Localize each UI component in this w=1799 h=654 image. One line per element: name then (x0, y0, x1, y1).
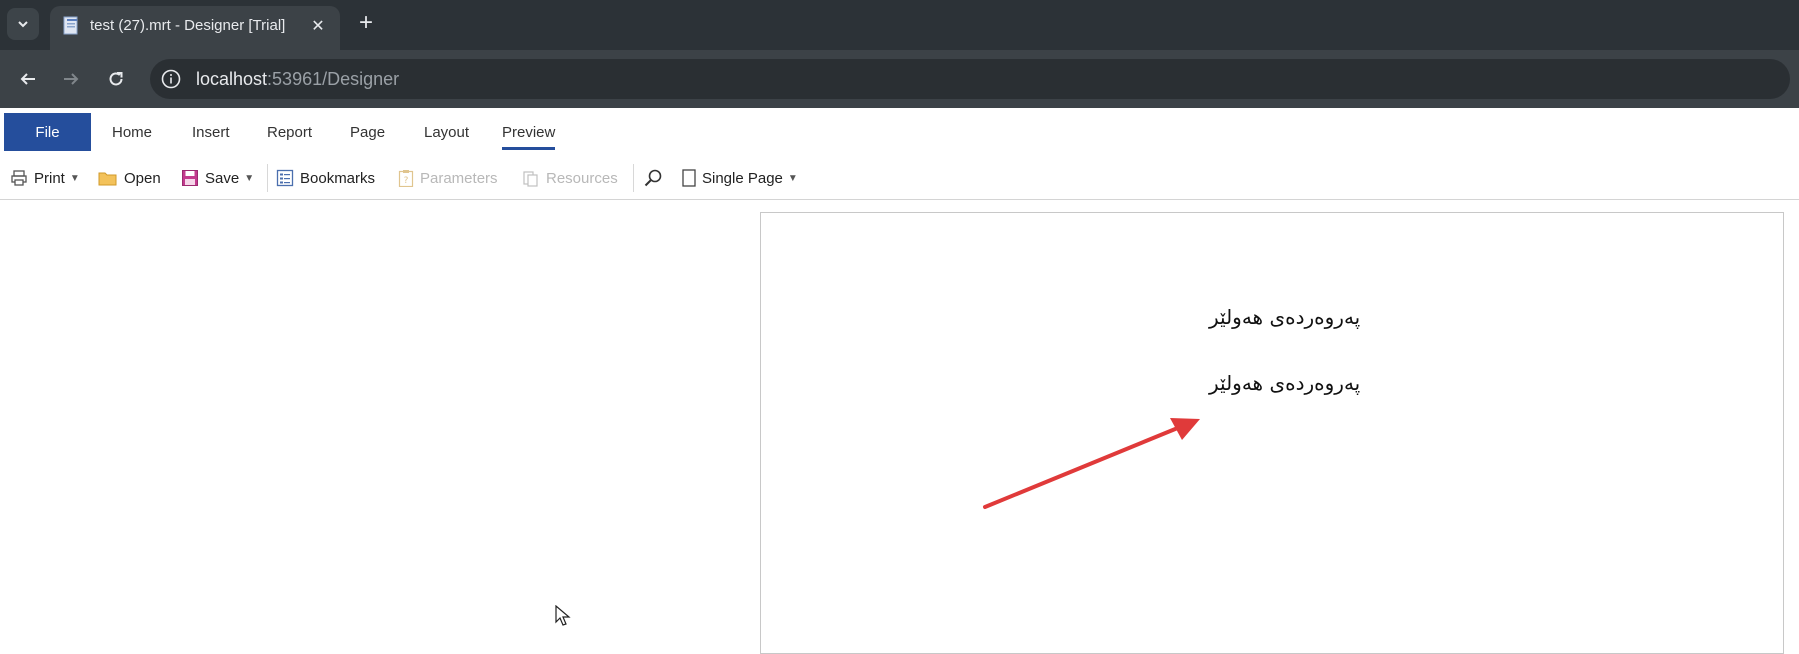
tab-report[interactable]: Report (267, 114, 312, 150)
ribbon-tabs: File Home Insert Report Page Layout Prev… (0, 108, 1799, 156)
report-text-line-1: پەروەردەی هەولێر (1209, 305, 1361, 329)
resources-icon (523, 171, 538, 187)
browser-tabstrip: test (27).mrt - Designer [Trial] ✕ + (0, 0, 1799, 50)
page-icon (682, 169, 696, 187)
search-icon (644, 169, 662, 187)
tab-page[interactable]: Page (350, 114, 385, 150)
chevron-down-icon: ▼ (244, 172, 255, 184)
report-page: پەروەردەی هەولێر پەروەردەی هەولێر (760, 212, 1784, 654)
back-arrow-icon[interactable] (12, 63, 44, 95)
tab-search-chevron-icon[interactable] (7, 8, 39, 40)
save-label: Save (205, 169, 240, 187)
preview-toolbar: Print ▼ Open Save ▼ Bookmarks ? Paramete… (0, 156, 1799, 200)
tab-title: test (27).mrt - Designer [Trial] (90, 17, 286, 34)
clipboard-question-icon: ? (398, 170, 414, 187)
printer-icon (11, 170, 27, 186)
browser-toolbar: localhost:53961/Designer (0, 50, 1799, 108)
view-mode-dropdown[interactable]: Single Page ▼ (682, 166, 798, 190)
new-tab-icon[interactable]: + (352, 9, 380, 37)
chevron-down-icon: ▼ (69, 172, 80, 184)
svg-text:?: ? (404, 176, 409, 186)
tab-layout[interactable]: Layout (424, 114, 469, 150)
address-bar[interactable]: localhost:53961/Designer (150, 59, 1790, 99)
toolbar-divider (633, 164, 634, 192)
report-text-line-2: پەروەردەی هەولێر (1209, 371, 1361, 395)
print-button[interactable]: Print ▼ (10, 166, 80, 190)
floppy-disk-icon (182, 170, 198, 186)
find-button[interactable] (643, 166, 669, 190)
forward-arrow-icon[interactable] (55, 63, 87, 95)
parameters-button[interactable]: ? Parameters (398, 166, 498, 190)
view-mode-label: Single Page (702, 169, 783, 187)
open-label: Open (124, 169, 161, 187)
folder-icon (98, 172, 117, 186)
open-button[interactable]: Open (98, 166, 161, 190)
bookmarks-label: Bookmarks (300, 169, 376, 187)
tab-preview[interactable]: Preview (502, 114, 556, 150)
resources-button[interactable]: Resources (522, 166, 618, 190)
save-button[interactable]: Save ▼ (181, 166, 254, 190)
toolbar-divider (267, 164, 268, 192)
parameters-label: Parameters (420, 169, 498, 187)
resources-label: Resources (546, 169, 618, 187)
tab-home[interactable]: Home (112, 114, 152, 150)
close-tab-icon[interactable]: ✕ (306, 14, 330, 38)
url-path: :53961/Designer (267, 69, 400, 89)
chevron-down-icon: ▼ (787, 172, 798, 184)
report-preview-area: پەروەردەی هەولێر پەروەردەی هەولێر (0, 200, 1799, 654)
site-info-icon[interactable] (160, 68, 182, 90)
red-annotation-arrow-icon (983, 418, 1200, 509)
bookmarks-button[interactable]: Bookmarks (276, 166, 375, 190)
document-favicon-icon (63, 16, 78, 35)
url-text[interactable]: localhost:53961/Designer (196, 69, 399, 90)
tab-insert[interactable]: Insert (192, 114, 230, 150)
url-host: localhost (196, 69, 268, 89)
reload-icon[interactable] (100, 63, 132, 95)
browser-tab[interactable]: test (27).mrt - Designer [Trial] ✕ (50, 6, 340, 50)
mouse-cursor-icon (555, 605, 571, 626)
print-label: Print (34, 169, 65, 187)
tab-file[interactable]: File (4, 113, 91, 151)
bookmarks-icon (276, 169, 294, 187)
